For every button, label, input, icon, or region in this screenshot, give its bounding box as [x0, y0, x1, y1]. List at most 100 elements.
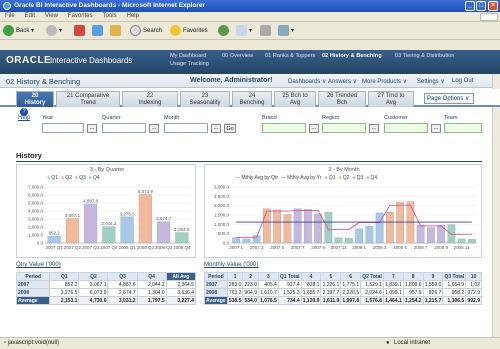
- x-tick-label: 2007 Q1: [45, 245, 63, 250]
- mail-button[interactable]: ▾: [236, 25, 252, 37]
- favorites-button[interactable]: Favorites: [170, 25, 208, 37]
- menu-help[interactable]: Help: [122, 12, 144, 20]
- history-button[interactable]: [218, 25, 231, 37]
- nav-my-dashboard[interactable]: My Dashboard: [170, 53, 206, 59]
- month-col-header: Period: [204, 272, 228, 281]
- page-options-dropdown[interactable]: Page Options ∨: [424, 93, 474, 104]
- bar-2008-Q1: [120, 216, 134, 244]
- go-button[interactable]: Go: [224, 124, 236, 133]
- home-button[interactable]: [110, 25, 123, 37]
- nav-usage-tracking[interactable]: Usage Tracking: [170, 61, 209, 67]
- bar-2007-Q2: [65, 218, 79, 244]
- forward-button[interactable]: ▾: [46, 25, 62, 37]
- year-browse-button[interactable]: ...: [87, 124, 97, 133]
- data-label: 2,044.2: [101, 221, 117, 226]
- brand-field[interactable]: [262, 123, 306, 133]
- brand-browse-button[interactable]: ...: [309, 124, 319, 133]
- table-row: 2007 852.2 3,067.1 4,887.6 2,044.2 2,364.5: [15, 280, 197, 289]
- quarter-browse-button[interactable]: ...: [149, 124, 159, 133]
- menu-file[interactable]: File: [0, 12, 20, 20]
- edit-button[interactable]: ▾: [278, 25, 294, 37]
- back-button[interactable]: Back ▾: [3, 25, 34, 37]
- y-tick-label: 7,000.0: [28, 185, 44, 190]
- maximize-button[interactable]: □: [476, 1, 486, 11]
- nav-tiering-distribution[interactable]: 03 Tiering & Distribution: [395, 53, 454, 59]
- quarter-label: Quarter: [102, 115, 121, 121]
- data-label: 4,887.6: [83, 198, 99, 203]
- region-field[interactable]: [322, 123, 366, 133]
- customer-field[interactable]: [384, 123, 428, 133]
- x-tick-label: 2008 Q1: [118, 245, 136, 250]
- close-button[interactable]: ×: [488, 1, 498, 11]
- page-icon: ▫: [4, 340, 7, 346]
- answers-menu[interactable]: Answers ∨: [328, 78, 357, 85]
- x-tick-label: 2008 1: [352, 245, 366, 250]
- minimize-button[interactable]: _: [465, 1, 475, 11]
- section-divider: [16, 161, 482, 162]
- month-browse-button[interactable]: ...: [211, 124, 221, 133]
- bar-2008-4: [386, 211, 394, 244]
- table-cell: 1,576.8: [360, 296, 384, 305]
- quarter-field[interactable]: [102, 123, 146, 133]
- tab-benching[interactable]: 24 Benching: [232, 91, 272, 107]
- tab-bch-to-avg[interactable]: 25 Bch to Avg: [274, 91, 316, 107]
- col-q2: Q2: [78, 272, 109, 281]
- dashboards-menu[interactable]: Dashboards ∨: [288, 78, 326, 85]
- nav-history-benching[interactable]: 02 History & Benching: [322, 53, 382, 59]
- nav-overview[interactable]: 00 Overview: [222, 53, 253, 59]
- mthly-avg-by-qtr-line: [236, 204, 472, 238]
- tab-indexing[interactable]: 22 Indexing: [122, 91, 178, 107]
- bar-2008-Q4: [175, 232, 189, 244]
- table-cell: 534.0: [242, 296, 259, 305]
- help-link[interactable]: Help: [18, 115, 30, 121]
- tab-comparative-trend[interactable]: 21 Comparative Trend: [56, 91, 120, 107]
- tab-history[interactable]: 20 History: [16, 91, 54, 107]
- print-button[interactable]: [260, 25, 273, 37]
- oracle-logo: ORACLE: [6, 55, 52, 66]
- table-cell: 2,024.6: [360, 288, 384, 297]
- y-tick-label: 500.0: [218, 231, 230, 236]
- col-q4: Q4: [136, 272, 167, 281]
- team-field[interactable]: [444, 123, 482, 133]
- vertical-scrollbar[interactable]: [492, 74, 500, 337]
- history-icon: [218, 25, 229, 36]
- menu-view[interactable]: View: [40, 12, 63, 20]
- table-row: Average 2,153.1 4,730.6 3,031.2 1,797.5 3,227…: [15, 296, 197, 305]
- star-icon: [170, 25, 181, 36]
- month-field[interactable]: [164, 123, 208, 133]
- refresh-button[interactable]: [92, 25, 105, 37]
- year-field[interactable]: [42, 123, 84, 133]
- bar-2007-Q4: [102, 226, 116, 244]
- tab-seasonality[interactable]: 23 Seasonality: [180, 91, 230, 107]
- menu-tools[interactable]: Tools: [98, 12, 122, 20]
- settings-menu[interactable]: Settings ∨: [417, 78, 445, 85]
- table-cell: 1,654.9: [442, 280, 467, 289]
- region-browse-button[interactable]: ...: [369, 124, 379, 133]
- month-table-label[interactable]: Monthly Value ('000): [204, 262, 258, 268]
- data-label: 3,067.1: [65, 213, 81, 218]
- customer-browse-button[interactable]: ...: [431, 124, 441, 133]
- x-tick-label: 2007 5: [270, 245, 284, 250]
- nav-ranks-toppers[interactable]: 01 Ranks & Toppers: [265, 53, 315, 59]
- qtr-table-label[interactable]: Qtry Value ('000): [16, 262, 61, 268]
- search-button[interactable]: Search: [130, 25, 162, 37]
- col-period: Period: [15, 272, 51, 281]
- more-products-menu[interactable]: More Products ∨: [362, 78, 407, 85]
- tab-bar: 20 History 21 Comparative Trend 22 Indexing…: [0, 89, 500, 107]
- col-q3: Q3: [107, 272, 138, 281]
- table-cell: 1,120.9: [300, 296, 322, 305]
- month-col-header: 2: [242, 272, 259, 281]
- menu-edit[interactable]: Edit: [20, 12, 40, 20]
- table-cell: 1,997.8: [340, 296, 362, 305]
- x-tick-label: 2007 11: [331, 245, 347, 250]
- table-cell: 283.0: [226, 280, 244, 289]
- logout-link[interactable]: Log Out: [452, 78, 473, 84]
- menu-favorites[interactable]: Favorites: [63, 12, 98, 20]
- tab-trnd-to-avg[interactable]: 27 Trnd to Avg: [368, 91, 414, 107]
- bar-2007-10: [324, 211, 333, 244]
- stop-button[interactable]: [74, 25, 87, 37]
- x-tick-label: 2007 3: [250, 245, 264, 250]
- tab-trended-bch[interactable]: 26 Trended Bch: [318, 91, 366, 107]
- table-cell: 4,730.6: [78, 296, 109, 305]
- table-cell: 1,839.1: [382, 280, 404, 289]
